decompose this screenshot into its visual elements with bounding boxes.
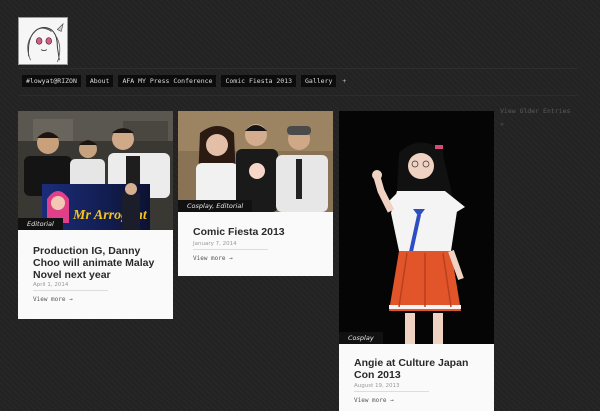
post-title[interactable]: Comic Fiesta 2013 [193,226,323,238]
nav-item-about[interactable]: About [85,75,114,87]
nav-divider-bottom [18,95,578,96]
main-nav: #lowyat@RIZON About AFA MY Press Confere… [22,75,347,87]
post-card[interactable]: Mr Arrogant Editorial Production IG, Dan… [18,111,173,319]
post-card[interactable]: Cosplay, Editorial Comic Fiesta 2013 Jan… [178,111,333,276]
nav-item-gallery[interactable]: Gallery [301,75,337,87]
nav-item-lowyat[interactable]: #lowyat@RIZON [22,75,81,87]
site-logo[interactable] [18,17,68,65]
post-divider [354,391,429,392]
nav-more-icon[interactable]: + [341,75,347,87]
post-card[interactable]: Cosplay Angie at Culture Japan Con 2013 … [339,111,494,411]
post-thumbnail[interactable] [339,111,494,344]
post-category[interactable]: Cosplay, Editorial [178,200,253,212]
post-thumbnail[interactable]: Mr Arrogant [18,111,173,230]
older-entries-link[interactable]: View Older Entries [500,107,570,115]
nav-item-afa-press-conference[interactable]: AFA MY Press Conference [118,75,217,87]
older-entries-arrow-icon[interactable]: » [500,120,504,128]
nav-item-comic-fiesta[interactable]: Comic Fiesta 2013 [221,75,296,87]
post-title[interactable]: Production IG, Danny Choo will animate M… [33,245,163,281]
view-more-link[interactable]: View more → [354,397,394,404]
post-title[interactable]: Angie at Culture Japan Con 2013 [354,357,484,381]
post-category[interactable]: Editorial [18,218,63,230]
post-divider [33,290,108,291]
post-divider [193,249,268,250]
post-date: August 19, 2013 [354,383,400,389]
post-date: April 1, 2014 [33,282,69,288]
post-category[interactable]: Cosplay [339,332,383,344]
view-more-link[interactable]: View more → [193,255,233,262]
view-more-link[interactable]: View more → [33,296,73,303]
post-thumbnail[interactable] [178,111,333,212]
post-date: January 7, 2014 [193,241,237,247]
nav-divider [18,68,578,69]
